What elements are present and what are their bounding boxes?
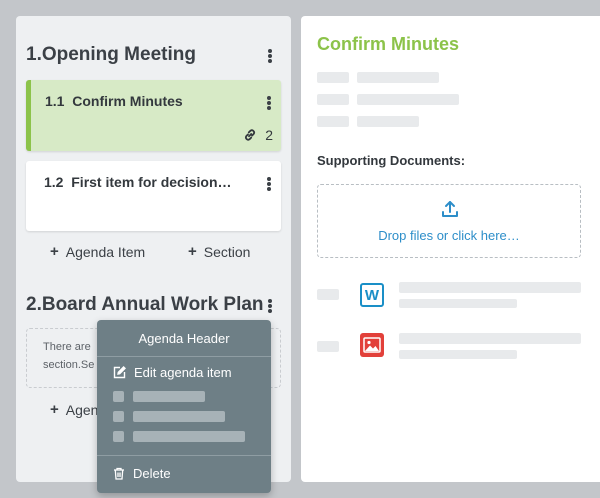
section-menu-kebab-icon[interactable] <box>264 297 276 315</box>
menu-item-placeholder <box>113 411 225 422</box>
dropzone-text: Drop files or click here… <box>378 228 520 243</box>
image-file-icon[interactable] <box>360 333 384 357</box>
field-label-placeholder <box>317 116 349 127</box>
section-menu-kebab-icon[interactable] <box>264 47 276 65</box>
menu-divider <box>97 455 271 456</box>
field-label-placeholder <box>317 72 349 83</box>
agenda-item-card[interactable]: 1.2 First item for decision… <box>26 161 281 231</box>
document-checkbox-placeholder <box>317 289 339 300</box>
field-value-placeholder <box>357 116 419 127</box>
section-title: 1.Opening Meeting <box>26 44 196 65</box>
plus-icon: + <box>50 243 59 260</box>
word-document-icon[interactable]: W <box>360 283 384 307</box>
document-checkbox-placeholder <box>317 341 339 352</box>
link-icon <box>245 129 256 141</box>
upload-icon <box>442 201 458 217</box>
document-name-placeholder <box>399 282 581 293</box>
add-section-button[interactable]: + Section <box>188 243 250 260</box>
field-value-placeholder <box>357 94 459 105</box>
attachment-count: 2 <box>242 127 273 143</box>
edit-icon <box>113 366 126 379</box>
field-value-placeholder <box>357 72 439 83</box>
menu-item-placeholder <box>113 391 205 402</box>
plus-icon: + <box>50 401 59 418</box>
menu-item-placeholder <box>113 431 245 442</box>
supporting-documents-label: Supporting Documents: <box>317 153 466 168</box>
document-name-placeholder <box>399 333 581 344</box>
agenda-item-card-active[interactable]: 1.1 Confirm Minutes 2 <box>26 80 281 151</box>
add-agenda-item-button[interactable]: + Agen <box>50 401 98 418</box>
field-label-placeholder <box>317 94 349 105</box>
trash-icon <box>114 467 124 480</box>
document-meta-placeholder <box>399 299 517 308</box>
menu-header: Agenda Header <box>97 320 271 357</box>
agenda-item-kebab-icon[interactable] <box>263 175 275 193</box>
item-detail-panel: Confirm Minutes Supporting Documents: Dr… <box>301 16 600 482</box>
delete-menu-item[interactable]: Delete <box>113 466 171 481</box>
file-dropzone[interactable]: Drop files or click here… <box>317 184 581 258</box>
document-meta-placeholder <box>399 350 517 359</box>
detail-title: Confirm Minutes <box>317 34 459 54</box>
agenda-item-title: 1.2 First item for decision… <box>44 174 232 190</box>
section-title: 2.Board Annual Work Plan <box>26 294 264 315</box>
agenda-context-menu: Agenda Header Edit agenda item Delete <box>97 320 271 493</box>
plus-icon: + <box>188 243 197 260</box>
agenda-item-title: 1.1 Confirm Minutes <box>45 93 183 109</box>
agenda-item-kebab-icon[interactable] <box>263 94 275 112</box>
edit-agenda-item-menu-item[interactable]: Edit agenda item <box>113 365 232 380</box>
add-agenda-item-button[interactable]: + Agenda Item <box>50 243 145 260</box>
